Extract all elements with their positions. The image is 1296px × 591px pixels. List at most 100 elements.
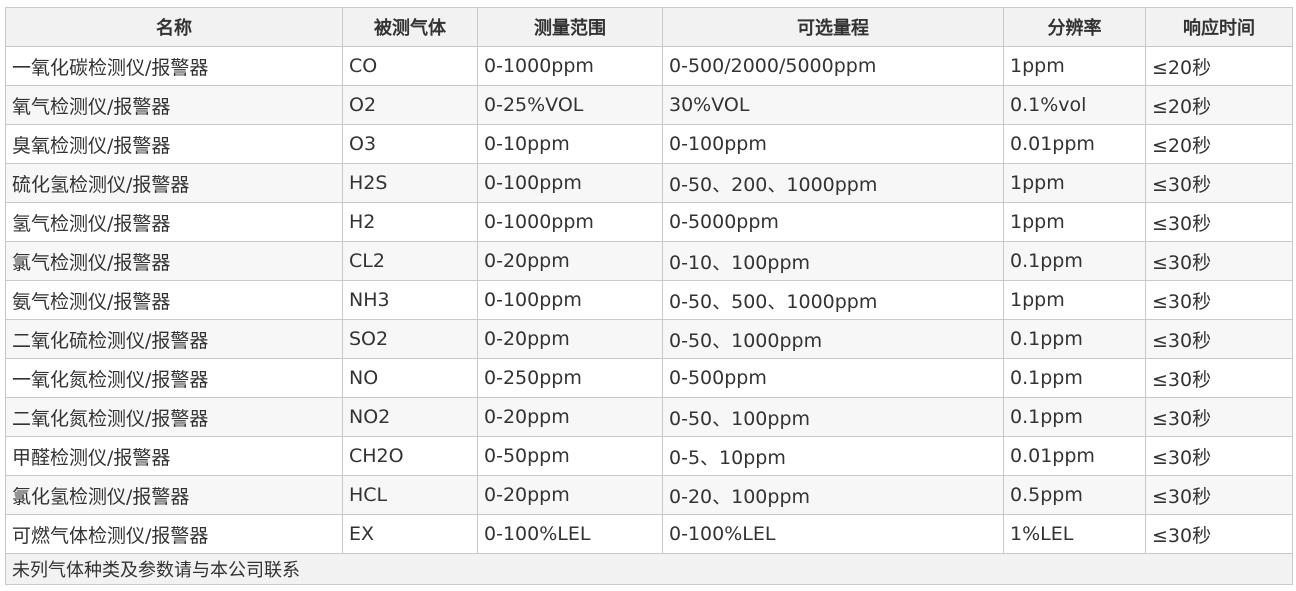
cell-response-time: ≤30秒 [1145,319,1293,359]
cell-response-time: ≤30秒 [1145,163,1293,203]
cell-name: 硫化氢检测仪/报警器 [5,163,343,203]
table-row: 甲醛检测仪/报警器 CH2O 0-50ppm 0-5、10ppm 0.01ppm… [5,436,1293,476]
cell-name: 二氧化氮检测仪/报警器 [5,397,343,437]
footer-note: 未列气体种类及参数请与本公司联系 [5,553,1293,585]
cell-name: 一氧化氮检测仪/报警器 [5,358,343,398]
cell-gas: SO2 [342,319,478,359]
header-response-time: 响应时间 [1145,7,1293,47]
cell-range: 0-20ppm [477,319,663,359]
cell-gas: H2S [342,163,478,203]
cell-optional-range: 0-50、100ppm [662,397,1004,437]
table-row: 臭氧检测仪/报警器 O3 0-10ppm 0-100ppm 0.01ppm ≤2… [5,124,1293,164]
header-name: 名称 [5,7,343,47]
cell-optional-range: 0-50、1000ppm [662,319,1004,359]
cell-response-time: ≤30秒 [1145,202,1293,242]
cell-response-time: ≤30秒 [1145,280,1293,320]
cell-response-time: ≤30秒 [1145,397,1293,437]
cell-gas: CH2O [342,436,478,476]
cell-range: 0-1000ppm [477,202,663,242]
cell-optional-range: 0-50、200、1000ppm [662,163,1004,203]
table-row: 一氧化碳检测仪/报警器 CO 0-1000ppm 0-500/2000/5000… [5,46,1293,86]
cell-name: 一氧化碳检测仪/报警器 [5,46,343,86]
cell-range: 0-20ppm [477,397,663,437]
cell-resolution: 1ppm [1003,163,1146,203]
cell-response-time: ≤30秒 [1145,436,1293,476]
cell-range: 0-100ppm [477,163,663,203]
cell-resolution: 0.1ppm [1003,397,1146,437]
cell-gas: H2 [342,202,478,242]
header-range: 测量范围 [477,7,663,47]
cell-resolution: 0.1%vol [1003,85,1146,125]
table-row: 氧气检测仪/报警器 O2 0-25%VOL 30%VOL 0.1%vol ≤20… [5,85,1293,125]
cell-resolution: 0.01ppm [1003,124,1146,164]
cell-resolution: 1ppm [1003,280,1146,320]
table-row: 二氧化氮检测仪/报警器 NO2 0-20ppm 0-50、100ppm 0.1p… [5,397,1293,437]
table-row: 氯气检测仪/报警器 CL2 0-20ppm 0-10、100ppm 0.1ppm… [5,241,1293,281]
table-row: 氯化氢检测仪/报警器 HCL 0-20ppm 0-20、100ppm 0.5pp… [5,475,1293,515]
cell-range: 0-50ppm [477,436,663,476]
cell-optional-range: 0-100%LEL [662,514,1004,554]
cell-range: 0-100%LEL [477,514,663,554]
cell-name: 可燃气体检测仪/报警器 [5,514,343,554]
cell-optional-range: 30%VOL [662,85,1004,125]
cell-gas: CL2 [342,241,478,281]
cell-response-time: ≤30秒 [1145,514,1293,554]
cell-resolution: 1ppm [1003,202,1146,242]
table-row: 氢气检测仪/报警器 H2 0-1000ppm 0-5000ppm 1ppm ≤3… [5,202,1293,242]
cell-gas: NO [342,358,478,398]
cell-range: 0-10ppm [477,124,663,164]
cell-name: 甲醛检测仪/报警器 [5,436,343,476]
table-row: 氨气检测仪/报警器 NH3 0-100ppm 0-50、500、1000ppm … [5,280,1293,320]
cell-range: 0-1000ppm [477,46,663,86]
cell-resolution: 0.01ppm [1003,436,1146,476]
cell-optional-range: 0-5、10ppm [662,436,1004,476]
cell-gas: NH3 [342,280,478,320]
table-footer-row: 未列气体种类及参数请与本公司联系 [5,553,1293,585]
cell-gas: HCL [342,475,478,515]
cell-name: 氯化氢检测仪/报警器 [5,475,343,515]
cell-resolution: 0.1ppm [1003,358,1146,398]
cell-response-time: ≤20秒 [1145,46,1293,86]
table-row: 硫化氢检测仪/报警器 H2S 0-100ppm 0-50、200、1000ppm… [5,163,1293,203]
cell-name: 氢气检测仪/报警器 [5,202,343,242]
table-body: 一氧化碳检测仪/报警器 CO 0-1000ppm 0-500/2000/5000… [5,46,1293,554]
cell-optional-range: 0-10、100ppm [662,241,1004,281]
cell-name: 臭氧检测仪/报警器 [5,124,343,164]
cell-resolution: 1ppm [1003,46,1146,86]
header-gas: 被测气体 [342,7,478,47]
gas-detector-spec-table: 名称 被测气体 测量范围 可选量程 分辨率 响应时间 一氧化碳检测仪/报警器 C… [5,7,1293,585]
cell-resolution: 0.1ppm [1003,241,1146,281]
cell-range: 0-250ppm [477,358,663,398]
cell-name: 二氧化硫检测仪/报警器 [5,319,343,359]
header-resolution: 分辨率 [1003,7,1146,47]
table-row: 一氧化氮检测仪/报警器 NO 0-250ppm 0-500ppm 0.1ppm … [5,358,1293,398]
table-row: 二氧化硫检测仪/报警器 SO2 0-20ppm 0-50、1000ppm 0.1… [5,319,1293,359]
cell-gas: O2 [342,85,478,125]
cell-resolution: 1%LEL [1003,514,1146,554]
cell-response-time: ≤30秒 [1145,475,1293,515]
cell-optional-range: 0-50、500、1000ppm [662,280,1004,320]
cell-optional-range: 0-500/2000/5000ppm [662,46,1004,86]
cell-response-time: ≤30秒 [1145,358,1293,398]
cell-gas: NO2 [342,397,478,437]
cell-optional-range: 0-500ppm [662,358,1004,398]
cell-optional-range: 0-20、100ppm [662,475,1004,515]
cell-optional-range: 0-100ppm [662,124,1004,164]
header-optional-range: 可选量程 [662,7,1004,47]
cell-resolution: 0.5ppm [1003,475,1146,515]
cell-gas: EX [342,514,478,554]
cell-resolution: 0.1ppm [1003,319,1146,359]
table-row: 可燃气体检测仪/报警器 EX 0-100%LEL 0-100%LEL 1%LEL… [5,514,1293,554]
table-header-row: 名称 被测气体 测量范围 可选量程 分辨率 响应时间 [5,7,1293,47]
cell-response-time: ≤20秒 [1145,85,1293,125]
cell-range: 0-20ppm [477,241,663,281]
cell-name: 氧气检测仪/报警器 [5,85,343,125]
cell-name: 氯气检测仪/报警器 [5,241,343,281]
cell-gas: CO [342,46,478,86]
cell-optional-range: 0-5000ppm [662,202,1004,242]
cell-range: 0-100ppm [477,280,663,320]
cell-gas: O3 [342,124,478,164]
cell-response-time: ≤20秒 [1145,124,1293,164]
cell-response-time: ≤30秒 [1145,241,1293,281]
cell-range: 0-25%VOL [477,85,663,125]
